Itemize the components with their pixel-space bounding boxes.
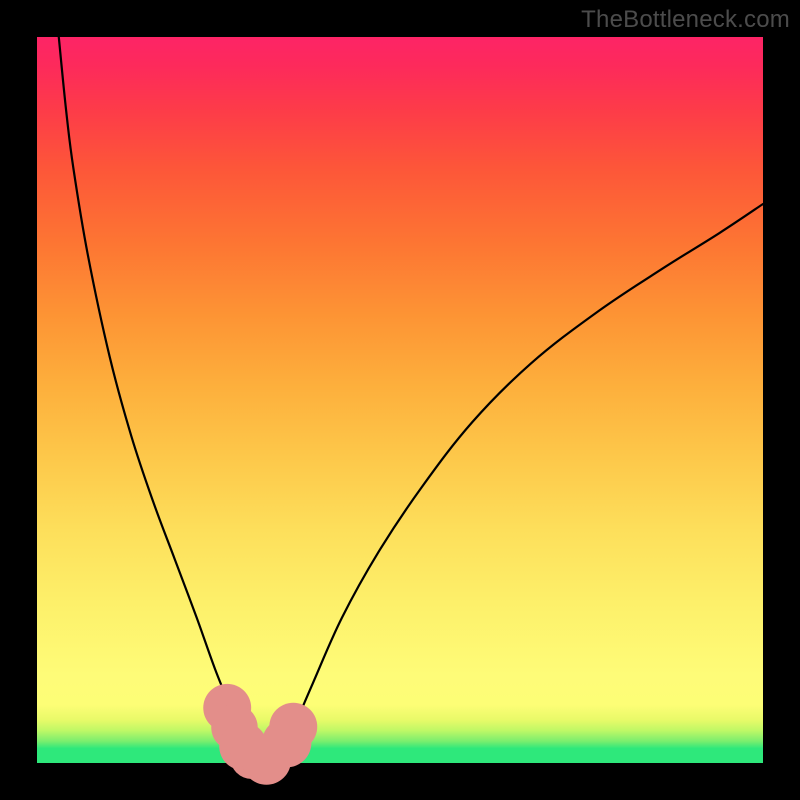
chart-svg bbox=[37, 37, 763, 763]
right-curve bbox=[280, 204, 763, 759]
plot-area bbox=[37, 37, 763, 763]
left-curve bbox=[59, 37, 254, 759]
m7 bbox=[269, 703, 317, 751]
markers-group bbox=[203, 684, 317, 785]
chart-frame: TheBottleneck.com bbox=[0, 0, 800, 800]
watermark-text: TheBottleneck.com bbox=[581, 6, 790, 34]
